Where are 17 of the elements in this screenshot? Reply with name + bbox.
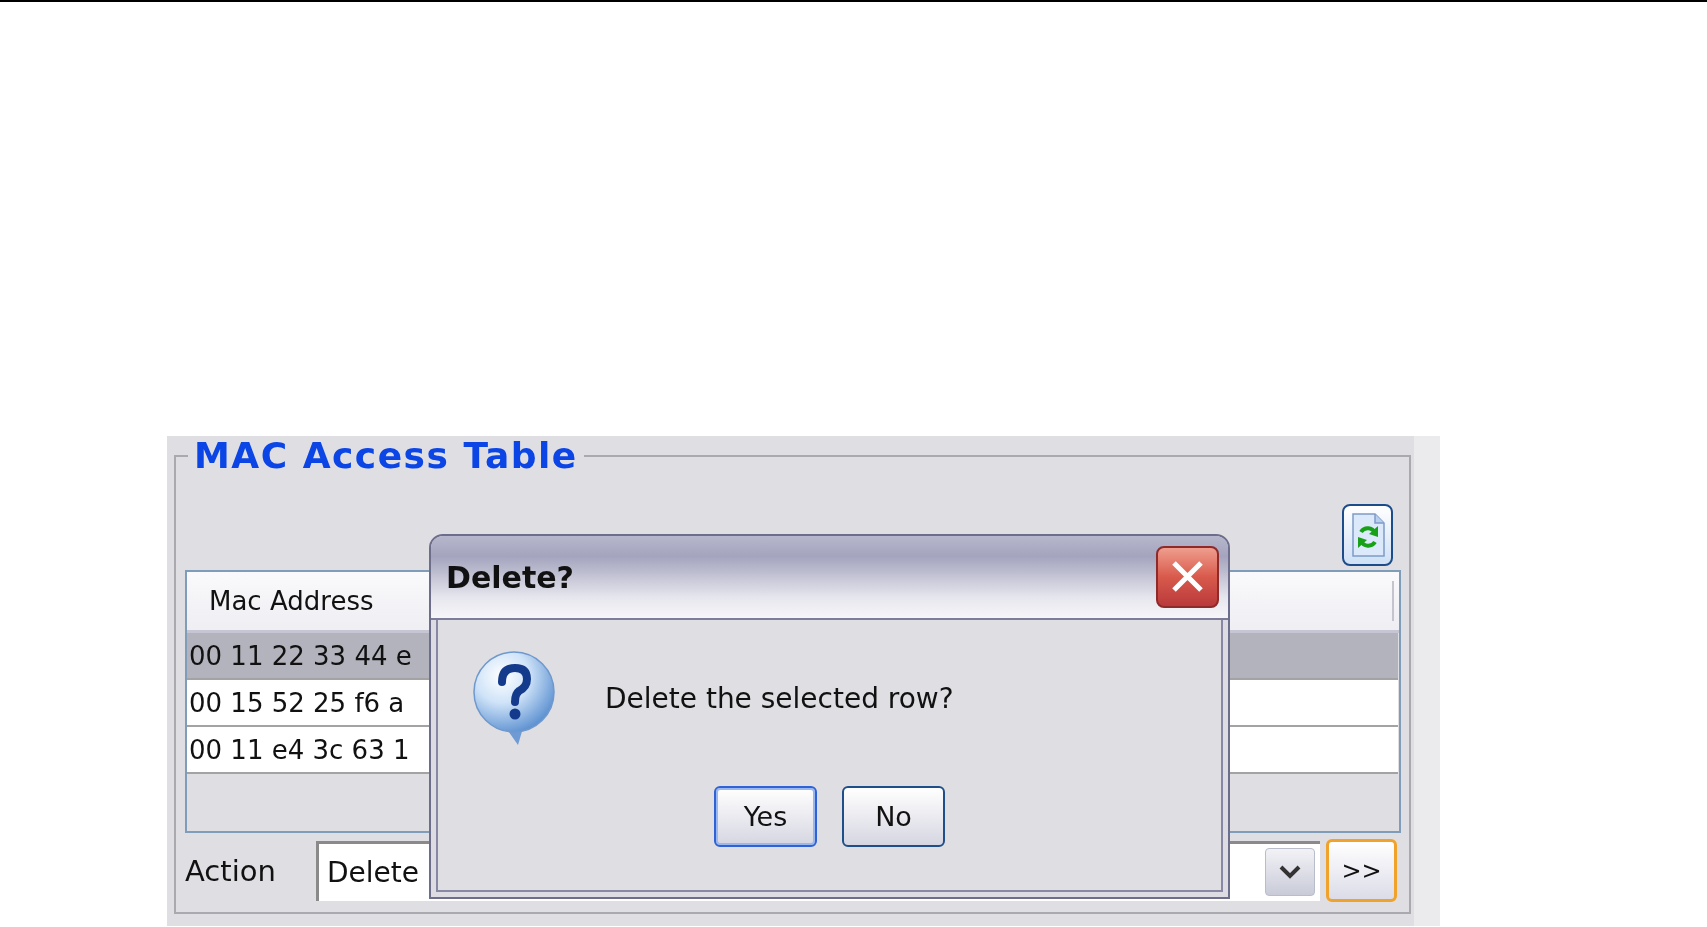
table-cell: 00 11 22 33 44 e (189, 640, 412, 671)
close-icon (1156, 546, 1219, 608)
column-header: Mac Address (209, 586, 374, 616)
close-button[interactable] (1156, 546, 1219, 608)
dropdown-button[interactable] (1265, 848, 1315, 896)
dialog-button[interactable]: Yes (714, 786, 817, 847)
refresh-button[interactable] (1342, 504, 1393, 566)
dialog-button[interactable]: No (842, 786, 945, 847)
panel-title: MAC Access Table (193, 436, 579, 476)
refresh-icon (1350, 513, 1385, 557)
go-button[interactable]: >> (1326, 839, 1397, 902)
dialog-message: Delete the selected row? (605, 681, 954, 715)
action-label: Action (185, 853, 277, 888)
dialog-title: Delete? (446, 559, 574, 595)
table-cell: 00 15 52 25 f6 a (189, 687, 405, 718)
chevron-down-icon (1279, 865, 1301, 879)
table-cell: 00 11 e4 3c 63 1 (189, 734, 410, 765)
